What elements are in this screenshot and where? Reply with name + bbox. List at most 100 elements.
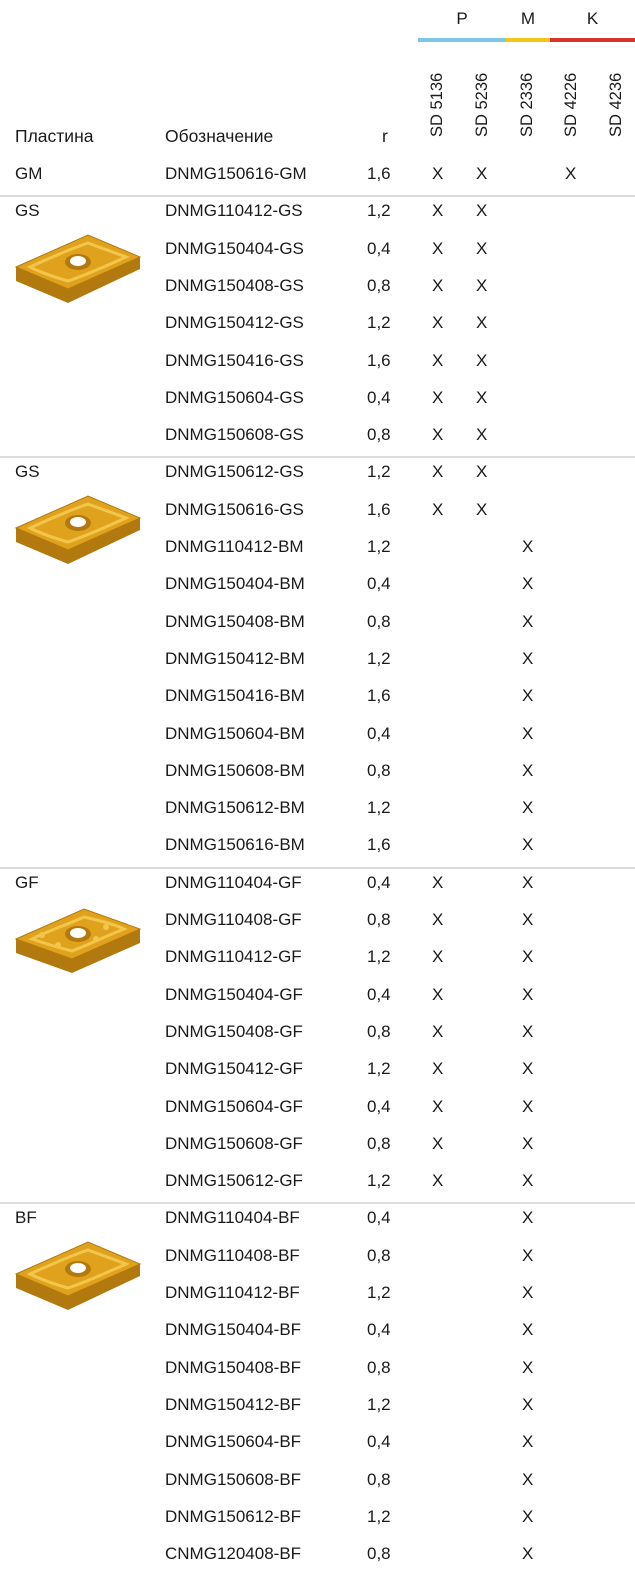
- grade-mark: X: [522, 1544, 534, 1564]
- grade-mark: X: [522, 1059, 534, 1079]
- grade-mark: X: [476, 387, 488, 407]
- grade-mark: X: [476, 201, 488, 221]
- designation-cell: CNMG120408-BF: [165, 1544, 302, 1564]
- section-label: BF: [15, 1208, 37, 1228]
- gs-insert-icon: [14, 495, 142, 565]
- designation-cell: DNMG150416-GS: [165, 350, 304, 370]
- grade-mark: X: [522, 537, 534, 556]
- radius-cell: 1,6: [367, 835, 391, 855]
- radius-cell: 1,2: [367, 462, 391, 482]
- insert-image: [12, 488, 144, 579]
- designation-cell: DNMG150604-GF: [165, 1096, 303, 1116]
- column-header-plate: Пластина: [15, 126, 94, 146]
- radius-cell: 0,8: [367, 760, 391, 780]
- grade-mark: X: [522, 872, 534, 892]
- grade-mark: X: [476, 275, 488, 295]
- radius-cell: 1,2: [367, 1283, 391, 1302]
- grade-mark: X: [522, 1320, 534, 1340]
- radius-cell: 0,4: [367, 387, 391, 407]
- grade-mark: X: [476, 350, 488, 370]
- designation-cell: DNMG150604-BM: [165, 723, 305, 743]
- designation-cell: DNMG150408-BF: [165, 1357, 302, 1377]
- designation-cell: DNMG150404-GF: [165, 984, 303, 1004]
- grade-mark: X: [522, 798, 534, 818]
- designation-cell: DNMG150412-BM: [165, 648, 305, 668]
- designation-cell: DNMG150412-BF: [165, 1394, 302, 1414]
- grade-mark: X: [432, 1096, 444, 1116]
- radius-cell: 1,2: [367, 537, 391, 556]
- radius-cell: 0,8: [367, 910, 391, 929]
- radius-cell: 0,4: [367, 238, 391, 258]
- radius-cell: 1,2: [367, 1059, 391, 1079]
- radius-cell: 1,6: [367, 350, 391, 370]
- grade-mark: X: [522, 835, 534, 855]
- designation-cell: DNMG110404-BF: [165, 1208, 300, 1228]
- grade-mark: X: [476, 499, 488, 519]
- grade-mark: X: [432, 201, 444, 221]
- radius-cell: 1,2: [367, 1394, 391, 1414]
- radius-cell: 0,8: [367, 275, 391, 295]
- section-separator: [0, 456, 635, 459]
- grade-mark: X: [522, 686, 534, 706]
- radius-cell: 0,8: [367, 1133, 391, 1153]
- grade-mark: X: [522, 574, 534, 594]
- radius-cell: 0,4: [367, 1208, 391, 1228]
- grade-mark: X: [432, 350, 444, 370]
- radius-cell: 1,2: [367, 648, 391, 668]
- grade-mark: X: [432, 947, 444, 967]
- column-header-r: r: [382, 126, 388, 146]
- designation-cell: DNMG150408-GS: [165, 275, 304, 295]
- radius-cell: 0,8: [367, 1245, 391, 1265]
- grade-mark: X: [432, 425, 444, 445]
- group-bar-m: [506, 38, 550, 42]
- designation-cell: DNMG110408-BF: [165, 1245, 300, 1265]
- radius-cell: 1,2: [367, 1171, 391, 1191]
- radius-cell: 0,4: [367, 574, 391, 594]
- grade-mark: X: [476, 462, 488, 482]
- grade-mark: X: [432, 499, 444, 519]
- grade-header: SD 2336: [518, 72, 536, 137]
- grade-mark: X: [476, 425, 488, 445]
- designation-cell: DNMG110404-GF: [165, 872, 302, 892]
- bf-insert-icon: [14, 1241, 142, 1311]
- grade-mark: X: [432, 275, 444, 295]
- grade-mark: X: [522, 1133, 534, 1153]
- grade-header: SD 4236: [607, 72, 625, 137]
- grade-mark: X: [522, 1506, 534, 1526]
- group-label-p: P: [456, 9, 468, 28]
- radius-cell: 0,4: [367, 872, 391, 892]
- radius-cell: 0,8: [367, 1469, 391, 1489]
- radius-cell: 0,4: [367, 1432, 391, 1452]
- grade-mark: X: [432, 1171, 444, 1191]
- grade-header: SD 5136: [428, 72, 446, 137]
- radius-cell: 0,4: [367, 1320, 391, 1340]
- column-header-designation: Обозначение: [165, 126, 274, 146]
- radius-cell: 1,6: [367, 686, 391, 706]
- group-label-k: K: [586, 9, 599, 28]
- insert-image: [12, 899, 144, 990]
- designation-cell: DNMG150612-BM: [165, 798, 305, 818]
- group-label-m: M: [520, 9, 536, 28]
- gs-insert-icon: [14, 234, 142, 304]
- section-label: GS: [15, 201, 40, 221]
- designation-cell: DNMG150616-BM: [165, 835, 305, 855]
- grade-mark: X: [522, 648, 534, 668]
- section-label: GS: [15, 462, 40, 482]
- radius-cell: 1,2: [367, 947, 391, 967]
- grade-mark: X: [432, 462, 444, 482]
- group-bar-p: [418, 38, 506, 42]
- grade-mark: X: [522, 1394, 534, 1414]
- grade-mark: X: [432, 238, 444, 258]
- designation-cell: DNMG150612-GS: [165, 462, 304, 482]
- grade-header: SD 5236: [473, 72, 491, 137]
- designation-cell: DNMG150616-GM: [165, 164, 307, 183]
- insert-image: [12, 227, 144, 318]
- grade-header: SD 4226: [562, 72, 580, 137]
- radius-cell: 1,6: [367, 499, 391, 519]
- designation-cell: DNMG110412-BM: [165, 537, 304, 556]
- grade-mark: X: [522, 611, 534, 631]
- radius-cell: 1,6: [367, 164, 391, 183]
- grade-mark: X: [522, 1171, 534, 1191]
- grade-mark: X: [432, 164, 444, 183]
- grade-mark: X: [432, 313, 444, 333]
